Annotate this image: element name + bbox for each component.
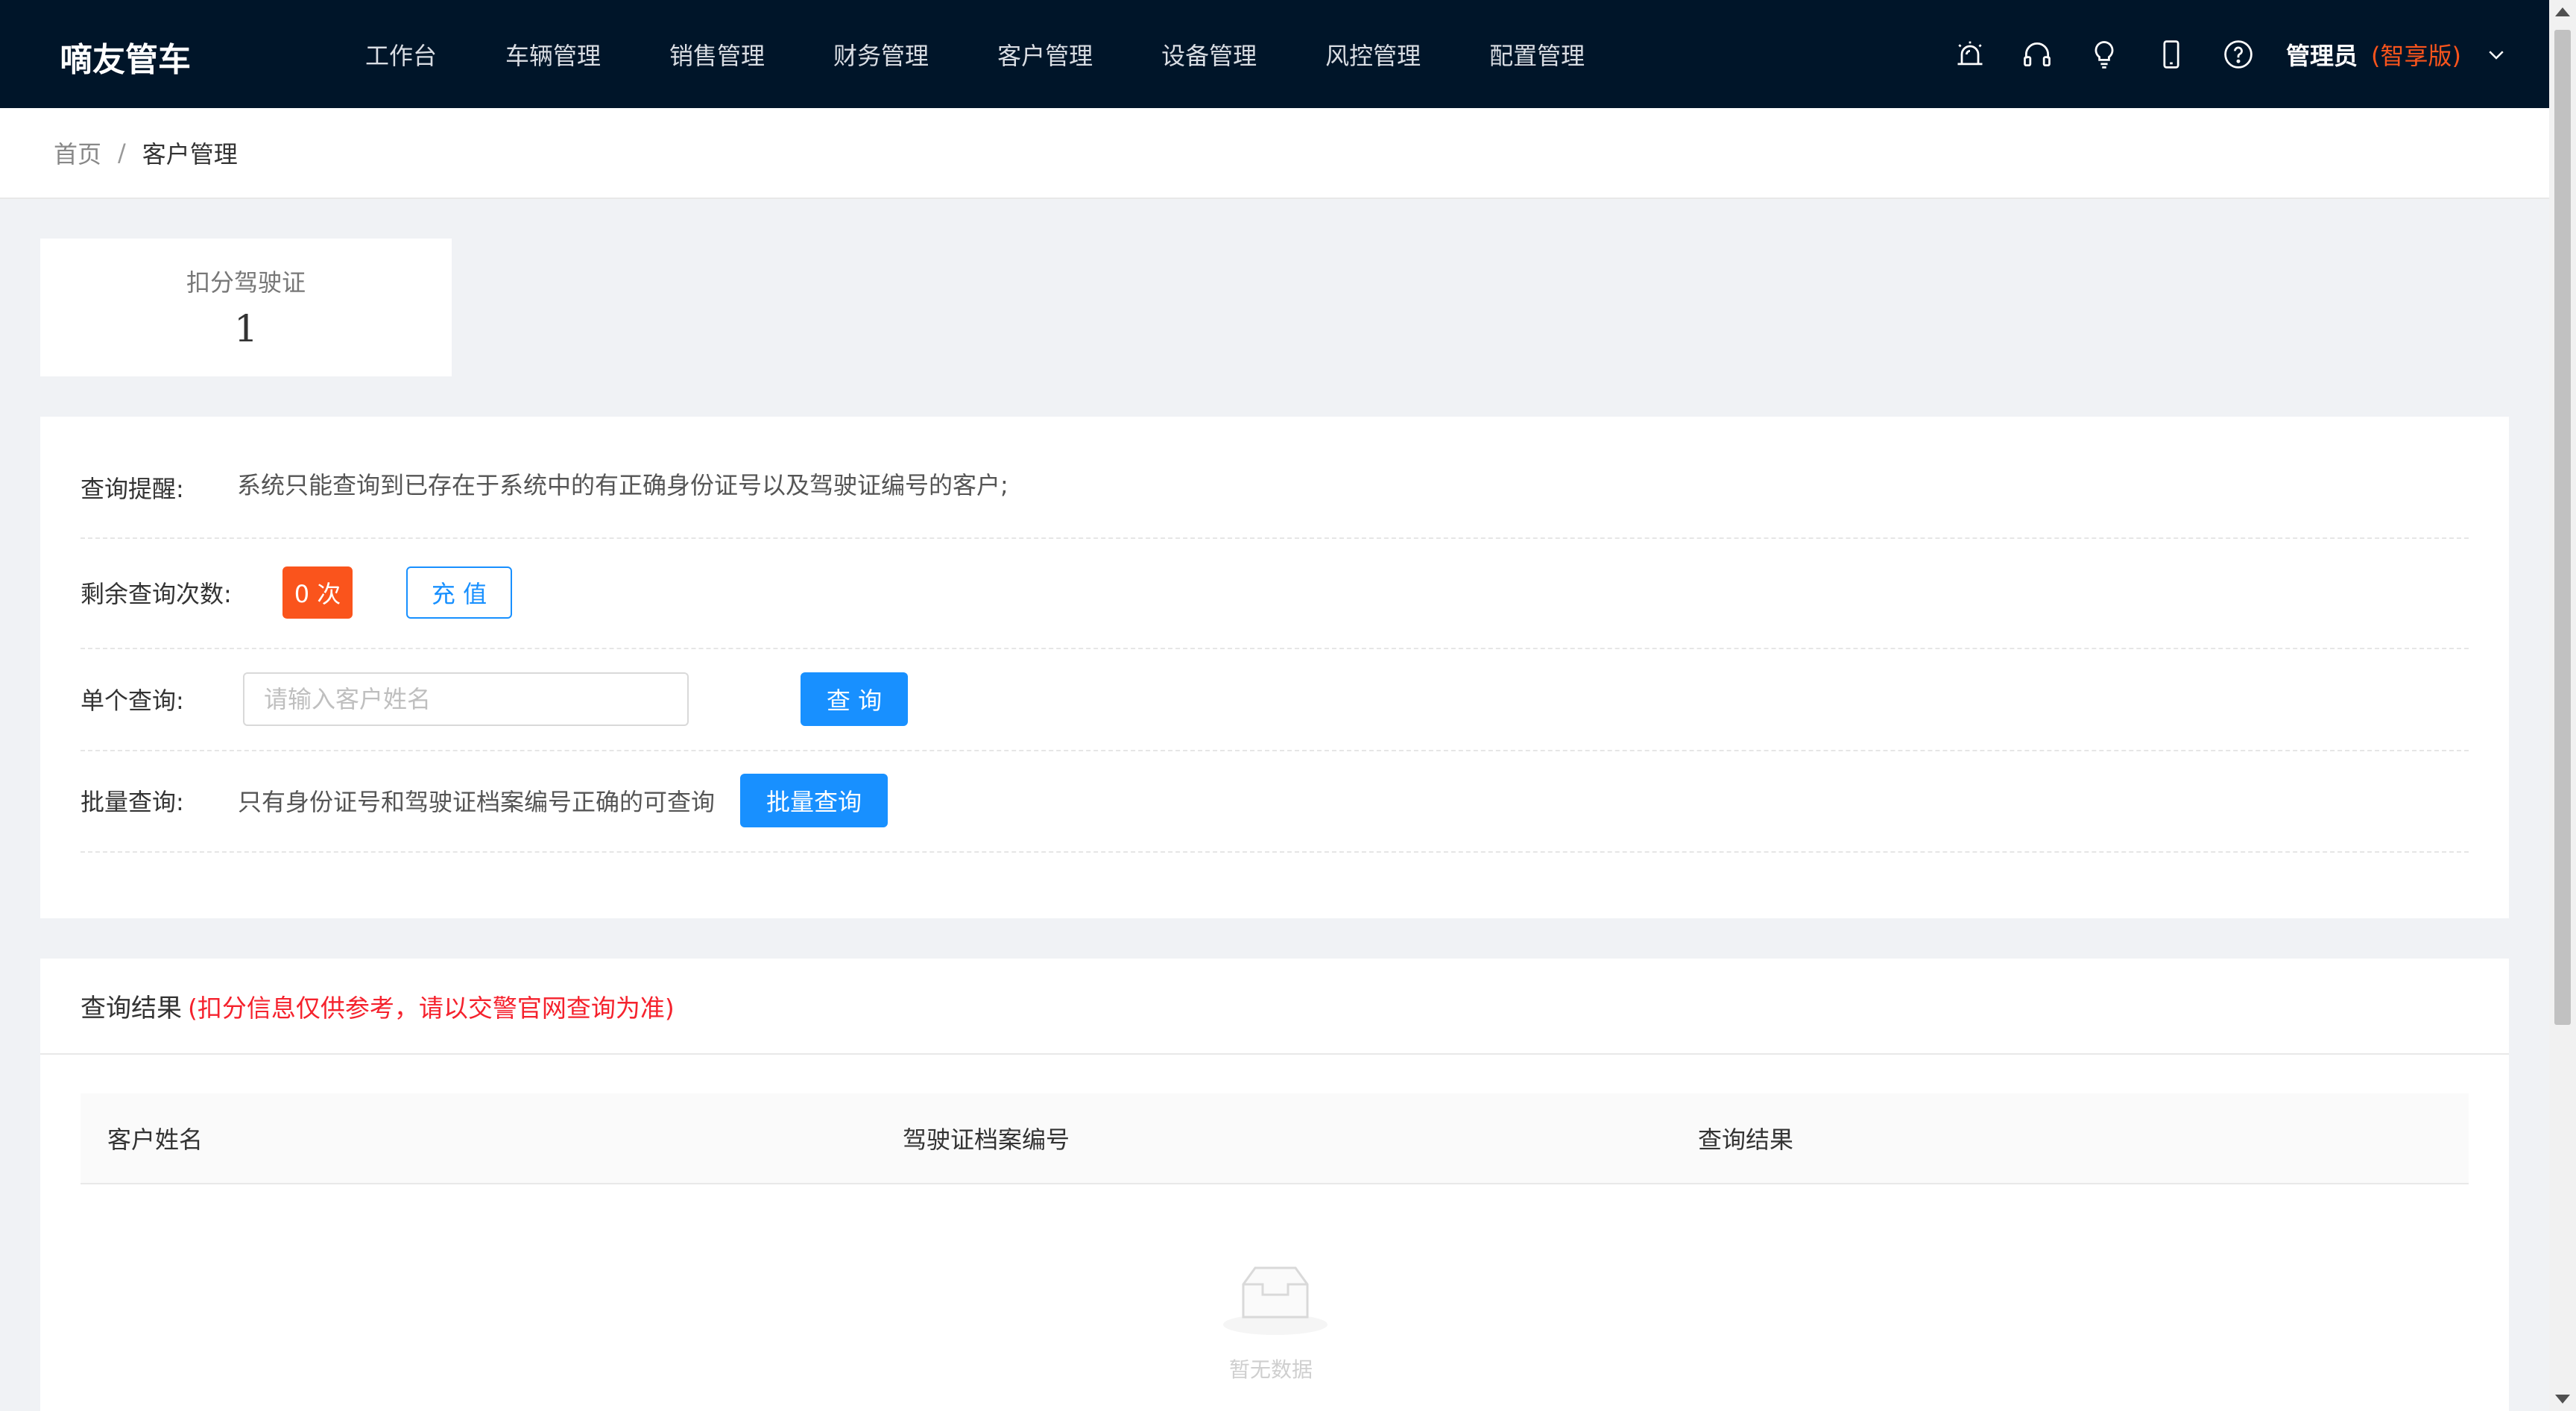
nav-item-risk[interactable]: 风控管理 [1325,37,1421,72]
scroll-thumb[interactable] [2554,30,2571,1025]
batch-query-hint: 只有身份证号和驾驶证档案编号正确的可查询 [238,788,716,816]
nav-item-devices[interactable]: 设备管理 [1161,37,1257,72]
stat-card-deducted-licenses[interactable]: 扣分驾驶证 1 [40,239,452,376]
single-query-row: 单个查询: 查 询 [80,648,2469,751]
page-scrollbar[interactable] [2549,0,2576,1411]
mobile-icon[interactable] [2155,38,2188,71]
breadcrumb: 首页 / 客户管理 [0,108,2549,199]
scroll-down-icon[interactable] [2555,1395,2570,1404]
headset-icon[interactable] [2021,38,2053,71]
lightbulb-icon[interactable] [2088,38,2121,71]
result-panel: 查询结果 (扣分信息仅供参考，请以交警官网查询为准) 客户姓名 驾驶证档案编号 … [40,959,2509,1411]
remaining-count-badge: 0 次 [282,566,353,619]
breadcrumb-home[interactable]: 首页 [54,136,101,170]
column-header-license-file-number: 驾驶证档案编号 [903,1126,1070,1154]
notice-label: 查询提醒: [80,475,184,503]
nav-item-sales[interactable]: 销售管理 [669,37,765,72]
brand-logo[interactable]: 嘀友管车 [60,33,191,81]
scroll-up-icon[interactable] [2555,7,2570,16]
empty-state-text: 暂无数据 [1229,1357,1313,1382]
recharge-button[interactable]: 充 值 [406,566,512,619]
batch-query-row: 批量查询: 只有身份证号和驾驶证档案编号正确的可查询 批量查询 [80,750,2469,853]
nav-item-vehicles[interactable]: 车辆管理 [505,37,601,72]
nav-item-customers[interactable]: 客户管理 [997,37,1093,72]
column-header-query-result: 查询结果 [1698,1126,1794,1154]
table-header-row: 客户姓名 驾驶证档案编号 查询结果 [80,1093,2469,1184]
top-navbar: 嘀友管车 工作台 车辆管理 销售管理 财务管理 客户管理 设备管理 风控管理 配… [0,0,2549,108]
notice-text: 系统只能查询到已存在于系统中的有正确身份证号以及驾驶证编号的客户; [237,471,1008,499]
result-title: 查询结果 [80,994,182,1023]
breadcrumb-separator: / [118,139,126,167]
column-header-customer-name: 客户姓名 [107,1126,203,1154]
batch-query-label: 批量查询: [80,788,184,816]
empty-inbox-icon [1221,1262,1330,1336]
main-nav: 工作台 车辆管理 销售管理 财务管理 客户管理 设备管理 风控管理 配置管理 [365,0,1653,108]
query-panel: 查询提醒: 系统只能查询到已存在于系统中的有正确身份证号以及驾驶证编号的客户; … [40,417,2509,918]
stat-value: 1 [234,307,258,350]
nav-item-workbench[interactable]: 工作台 [365,37,437,72]
header-tools: 管理员 (智享版) [1919,0,2549,108]
edition-badge: (智享版) [2371,41,2461,70]
stat-label: 扣分驾驶证 [186,268,306,297]
single-query-label: 单个查询: [80,686,184,715]
nav-item-finance[interactable]: 财务管理 [833,37,929,72]
customer-name-input[interactable] [243,672,689,726]
alarm-icon[interactable] [1954,38,1986,71]
notice-row: 查询提醒: 系统只能查询到已存在于系统中的有正确身份证号以及驾驶证编号的客户; [80,417,2469,539]
help-icon[interactable] [2222,38,2255,71]
remaining-row: 剩余查询次数: 0 次 充 值 [80,537,2469,649]
user-name[interactable]: 管理员 [2286,37,2358,72]
batch-query-button[interactable]: 批量查询 [740,774,888,827]
chevron-down-icon[interactable] [2485,43,2507,66]
nav-item-config[interactable]: 配置管理 [1489,37,1585,72]
result-header: 查询结果 (扣分信息仅供参考，请以交警官网查询为准) [40,959,2509,1055]
search-button[interactable]: 查 询 [801,672,908,726]
result-disclaimer: (扣分信息仅供参考，请以交警官网查询为准) [188,993,675,1023]
breadcrumb-current: 客户管理 [142,140,238,168]
remaining-label: 剩余查询次数: [80,580,232,608]
